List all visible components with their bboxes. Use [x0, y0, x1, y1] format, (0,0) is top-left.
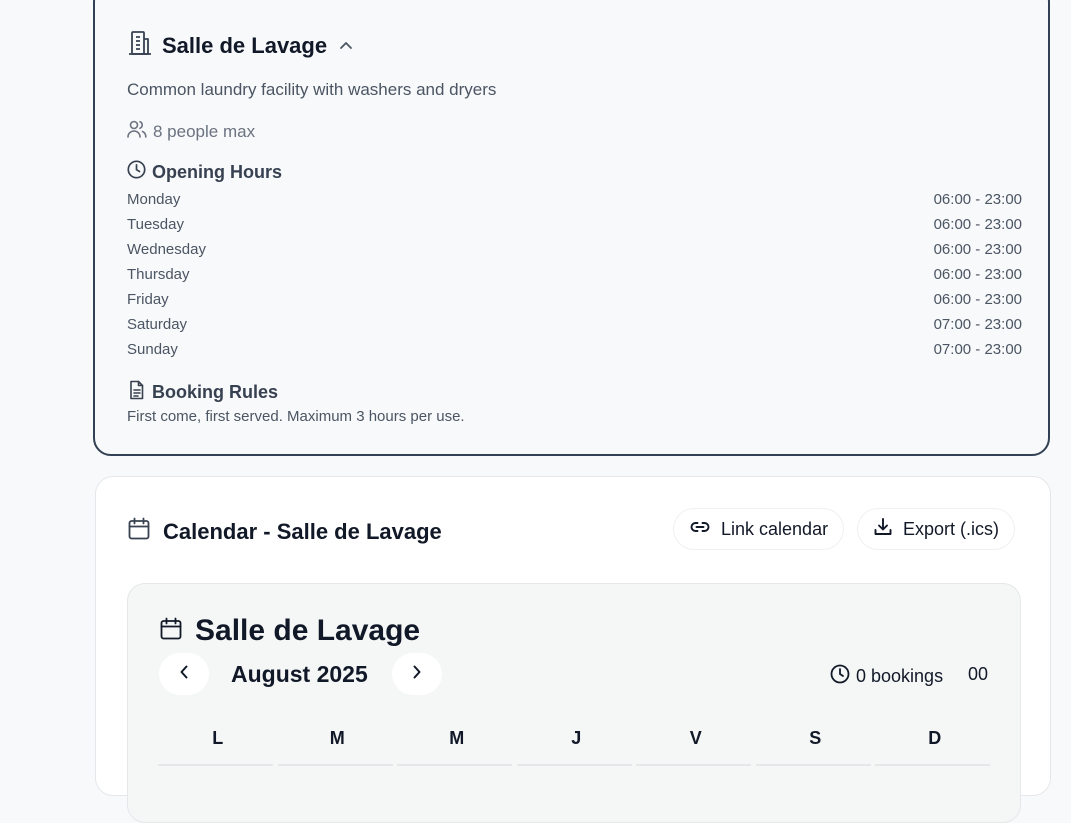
room-description: Common laundry facility with washers and…	[127, 80, 497, 99]
hours-row-monday: Monday 06:00 - 23:00	[127, 191, 1022, 216]
capacity-info: 8 people max	[127, 120, 255, 143]
hours-row-sunday: Sunday 07:00 - 23:00	[127, 341, 1022, 366]
chevron-right-icon	[412, 664, 422, 685]
bookings-label: 0 bookings	[856, 666, 944, 686]
time-range: 07:00 - 23:00	[933, 341, 1022, 358]
time-range: 06:00 - 23:00	[933, 216, 1022, 233]
calendar-card: Calendar - Salle de Lavage Link calendar…	[95, 476, 1051, 823]
link-calendar-button[interactable]: Link calendar	[673, 508, 845, 550]
day-label: Saturday	[127, 316, 188, 333]
weekday-label: J	[571, 728, 582, 748]
weekday-header: L M M J V S D	[158, 728, 995, 749]
hours-row-saturday: Saturday 07:00 - 23:00	[127, 316, 1022, 341]
day-label: Sunday	[127, 341, 178, 358]
day-label: Wednesday	[127, 241, 206, 258]
time-range: 06:00 - 23:00	[933, 191, 1022, 208]
export-ics-button[interactable]: Export (.ics)	[857, 508, 1016, 550]
time-range: 06:00 - 23:00	[933, 266, 1022, 283]
time-readout: 00	[968, 664, 989, 684]
users-icon	[127, 120, 147, 143]
prev-month-button[interactable]	[159, 653, 209, 695]
document-icon	[127, 380, 146, 405]
hours-row-thursday: Thursday 06:00 - 23:00	[127, 266, 1022, 291]
calendar-icon	[159, 617, 183, 646]
day-cell[interactable]	[517, 764, 632, 772]
day-cell[interactable]	[278, 764, 393, 772]
time-range: 06:00 - 23:00	[933, 241, 1022, 258]
day-cell[interactable]	[397, 764, 512, 772]
capacity-label: 8 people max	[153, 121, 256, 141]
weekday-label: M	[449, 728, 465, 748]
time-range: 07:00 - 23:00	[933, 316, 1022, 333]
chevron-left-icon	[179, 664, 189, 685]
hours-list: Monday 06:00 - 23:00 Tuesday 06:00 - 23:…	[127, 191, 1022, 366]
weekday-label: S	[809, 728, 822, 748]
day-label: Monday	[127, 191, 181, 208]
hours-row-tuesday: Tuesday 06:00 - 23:00	[127, 216, 1022, 241]
day-label: Friday	[127, 291, 169, 308]
weekday-label: D	[928, 728, 942, 748]
day-cell[interactable]	[636, 764, 751, 772]
room-card: Salle de Lavage Common laundry facility …	[93, 0, 1050, 456]
download-icon	[873, 517, 893, 542]
day-label: Tuesday	[127, 216, 184, 233]
link-icon	[689, 516, 711, 543]
hours-row-wednesday: Wednesday 06:00 - 23:00	[127, 241, 1022, 266]
hours-row-friday: Friday 06:00 - 23:00	[127, 291, 1022, 316]
chevron-up-icon[interactable]	[339, 37, 353, 55]
room-header[interactable]: Salle de Lavage	[128, 30, 353, 61]
calendar-icon	[127, 517, 151, 546]
booking-rules-text: First come, first served. Maximum 3 hour…	[127, 408, 465, 425]
day-cell[interactable]	[756, 764, 871, 772]
room-title: Salle de Lavage	[162, 32, 328, 58]
weekday-label: M	[329, 728, 345, 748]
clock-icon	[830, 664, 850, 689]
booking-rules-title: Booking Rules	[152, 382, 279, 402]
calendar-widget-title: Salle de Lavage	[195, 614, 421, 647]
calendar-card-title: Calendar - Salle de Lavage	[163, 518, 442, 544]
building-icon	[128, 30, 152, 61]
weekday-label: L	[212, 728, 224, 748]
calendar-widget: Salle de Lavage August 2025 0 bookings 0…	[127, 583, 1021, 823]
link-calendar-label: Link calendar	[721, 518, 829, 539]
day-label: Thursday	[127, 266, 190, 283]
opening-hours-heading: Opening Hours	[127, 160, 282, 184]
next-month-button[interactable]	[392, 653, 442, 695]
time-range: 06:00 - 23:00	[933, 291, 1022, 308]
current-month: August 2025	[231, 661, 368, 687]
export-ics-label: Export (.ics)	[903, 518, 1000, 539]
day-cell[interactable]	[158, 764, 273, 772]
booking-rules-heading: Booking Rules	[127, 380, 278, 405]
opening-hours-title: Opening Hours	[152, 161, 282, 182]
weekday-label: V	[689, 728, 702, 748]
calendar-card-header: Calendar - Salle de Lavage	[127, 517, 442, 546]
calendar-widget-header: Salle de Lavage	[159, 614, 420, 648]
clock-icon	[127, 160, 146, 184]
day-cell[interactable]	[875, 764, 990, 772]
bookings-count: 0 bookings	[830, 664, 943, 689]
